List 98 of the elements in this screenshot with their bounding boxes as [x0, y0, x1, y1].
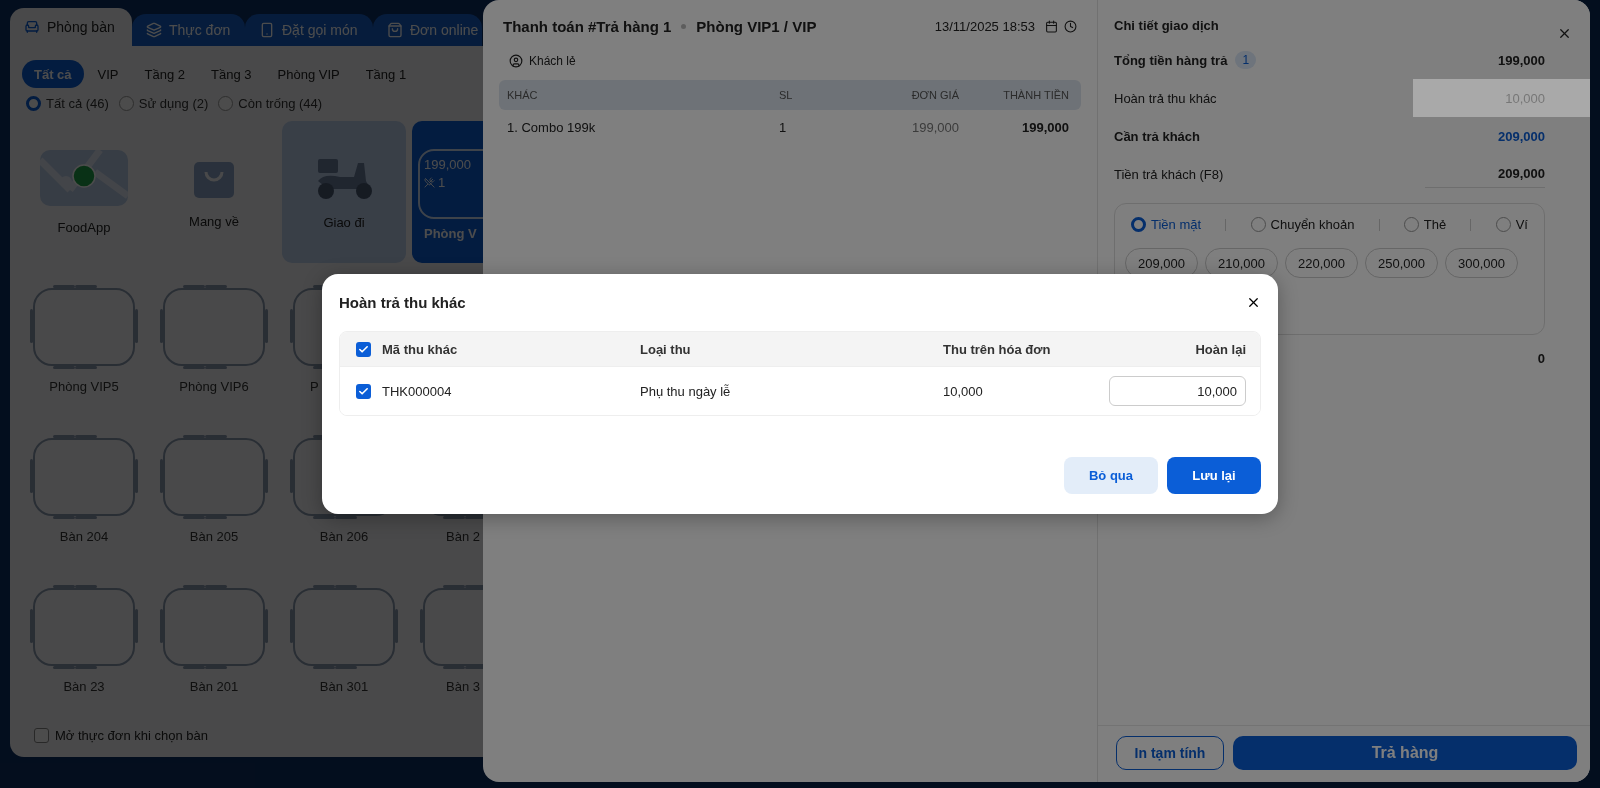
charge-type: Phụ thu ngày lễ — [640, 383, 732, 399]
charged-amount: 10,000 — [943, 383, 984, 399]
detail-label: Hoàn trả thu khác — [1114, 90, 1217, 106]
item-price: 199,000 — [911, 119, 959, 135]
status-radio[interactable]: Còn trống (44) — [218, 96, 323, 111]
date-time: 13/11/2025 18:53 — [934, 18, 1035, 34]
column-header: SL — [779, 89, 794, 101]
detail-label: Cần trả khách — [1114, 128, 1200, 144]
location-title: Phòng VIP1 / VIP — [696, 17, 817, 35]
table-label: Phòng VIP5 — [49, 379, 119, 394]
table-label: Bàn 23 — [63, 679, 105, 694]
table-drawing[interactable] — [159, 583, 269, 671]
service-card[interactable]: Mang về — [152, 121, 276, 263]
option-label: Mở thực đơn khi chọn bàn — [55, 728, 208, 743]
table-label: Bàn 301 — [319, 679, 369, 694]
table-label: Bàn 205 — [189, 529, 239, 544]
utensils-icon — [424, 177, 435, 188]
column-header: Thu trên hóa đơn — [943, 341, 1052, 357]
item-name: 1. Combo 199k — [507, 119, 597, 135]
map-icon — [40, 149, 128, 206]
detail-value: 0 — [1537, 350, 1545, 366]
area-filter[interactable]: Tầng 3 — [199, 60, 264, 88]
table-label: Bàn 3 — [445, 679, 480, 694]
app-tab[interactable]: Phòng bàn — [10, 8, 132, 46]
table-label: Bàn 2 — [445, 529, 480, 544]
area-filter[interactable]: Tất cả — [22, 60, 84, 88]
cancel-button[interactable]: Bỏ qua — [1064, 457, 1158, 494]
table-drawing[interactable] — [29, 433, 139, 521]
status-radio[interactable]: Tất cả (46) — [26, 96, 109, 111]
column-header: ĐƠN GIÁ — [910, 89, 959, 101]
detail-label: Tổng tiền hàng trả — [1114, 52, 1228, 68]
refund-input[interactable]: 10,000 — [1109, 376, 1246, 406]
tab-icon — [387, 22, 403, 38]
check-icon — [358, 343, 369, 355]
area-filter[interactable]: Tầng 1 — [353, 60, 419, 88]
service-card[interactable]: FoodApp — [22, 121, 146, 263]
card-label: FoodApp — [57, 219, 111, 235]
charge-code: THK000004 — [382, 383, 453, 399]
dialog-title: Hoàn trả thu khác — [339, 294, 466, 311]
checkout-title: Thanh toán #Trả hàng 1 — [503, 17, 672, 35]
tab-icon — [24, 19, 40, 35]
payment-method[interactable]: Tiền mặt — [1131, 217, 1202, 232]
calendar-icon[interactable] — [1045, 19, 1058, 33]
save-button[interactable]: Lưu lại — [1167, 457, 1261, 494]
count-badge: 1 — [1235, 51, 1257, 69]
column-header: Loại thu — [640, 341, 692, 357]
clock-icon[interactable] — [1064, 19, 1077, 33]
app-tab[interactable]: Thực đơn — [132, 14, 245, 46]
checkbox[interactable] — [356, 383, 371, 399]
area-filter[interactable]: VIP — [85, 60, 131, 88]
user-icon — [509, 54, 523, 68]
table-label: Bàn 201 — [189, 679, 239, 694]
card-label: Giao đi — [323, 214, 365, 230]
room-card[interactable]: 199,000 1 Phòng V — [412, 121, 483, 263]
print-button[interactable]: In tạm tính — [1116, 736, 1224, 770]
column-header: Mã thu khác — [382, 341, 459, 357]
amount-text: 199,000 — [424, 157, 471, 172]
table-label: P — [309, 379, 319, 394]
checkbox[interactable] — [356, 341, 371, 357]
column-header: THÀNH TIỀN — [1002, 89, 1069, 101]
amount-field[interactable]: 209,000 — [1425, 160, 1545, 188]
detail-value: 209,000 — [1498, 128, 1545, 144]
tab-icon — [259, 22, 275, 38]
table-label: Bàn 206 — [319, 529, 369, 544]
close-icon — [1246, 295, 1261, 310]
card-label: Mang về — [189, 213, 239, 229]
column-header: KHÁC — [507, 89, 539, 101]
guest-count: 1 — [438, 175, 446, 190]
app-tab[interactable]: Đặt gọi món — [245, 14, 373, 46]
table-drawing[interactable] — [159, 433, 269, 521]
item-total: 199,000 — [1021, 119, 1069, 135]
table-drawing[interactable] — [419, 583, 483, 671]
table-drawing[interactable] — [29, 583, 139, 671]
payment-method[interactable]: Chuyển khoản — [1250, 217, 1355, 232]
card-label: Phòng V — [423, 226, 477, 241]
close-button[interactable] — [1246, 295, 1261, 310]
area-filter[interactable]: Tầng 2 — [132, 60, 198, 88]
table-drawing[interactable] — [289, 583, 399, 671]
detail-value: 199,000 — [1498, 52, 1545, 68]
payment-method[interactable]: Ví — [1495, 217, 1528, 232]
app-tab[interactable]: Đơn online — [373, 14, 483, 46]
column-header: Hoàn lại — [1194, 341, 1246, 357]
detail-label: Tiền trả khách (F8) — [1114, 166, 1224, 182]
customer-name[interactable]: Khách lẻ — [529, 54, 576, 68]
table-drawing[interactable] — [159, 283, 269, 371]
table-label: Bàn 204 — [59, 529, 109, 544]
panel-title: Chi tiết giao dịch — [1114, 17, 1219, 33]
return-button[interactable]: Trả hàng — [1233, 736, 1577, 770]
table-label: Phòng VIP6 — [179, 379, 249, 394]
payment-method[interactable]: Thẻ — [1403, 217, 1447, 232]
item-qty: 1 — [779, 119, 788, 135]
area-filter[interactable]: Phòng VIP — [265, 60, 352, 88]
check-icon — [358, 385, 369, 397]
status-radio[interactable]: Sử dụng (2) — [118, 96, 209, 111]
tab-icon — [146, 22, 162, 38]
table-drawing[interactable] — [29, 283, 139, 371]
service-card[interactable]: Giao đi — [282, 121, 406, 263]
checkbox[interactable] — [34, 728, 49, 743]
